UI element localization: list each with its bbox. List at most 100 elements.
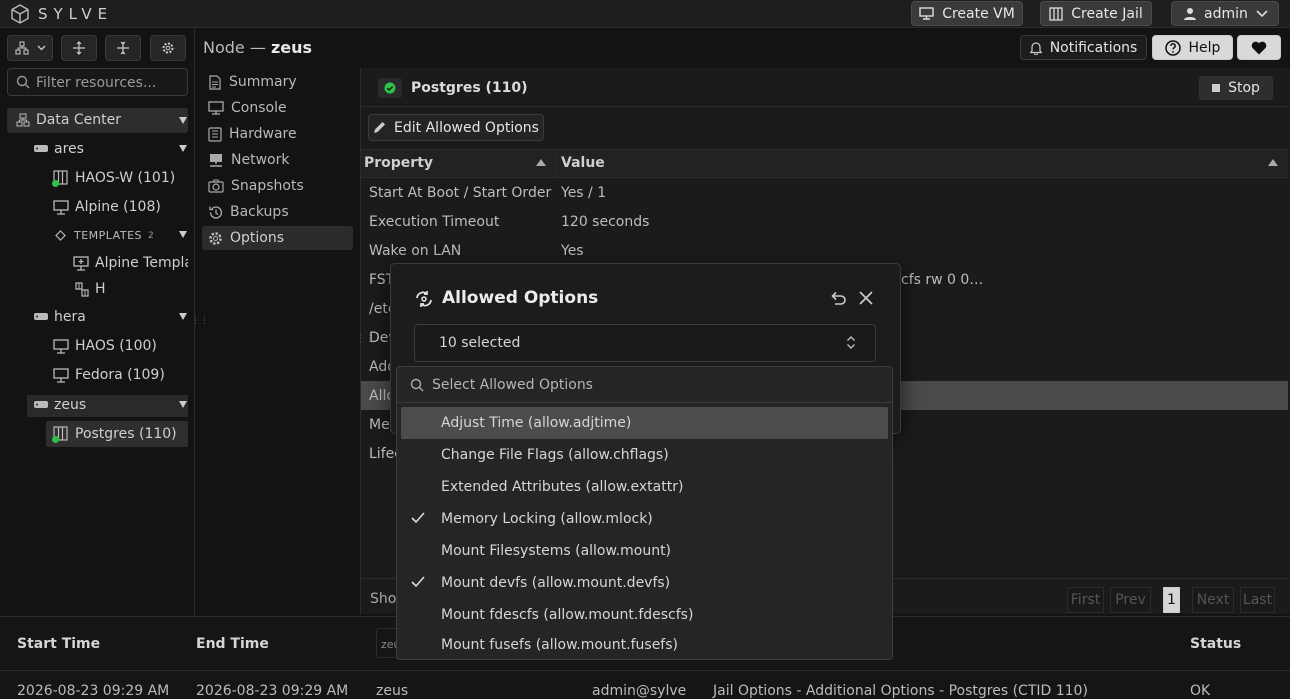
monitor-icon xyxy=(53,199,69,215)
log-action: Jail Options - Additional Options - Post… xyxy=(713,683,1088,699)
edit-allowed-options-button[interactable]: Edit Allowed Options xyxy=(368,114,544,141)
pager-page-button[interactable]: 1 xyxy=(1163,587,1180,613)
help-button[interactable]: Help xyxy=(1152,35,1233,60)
col-value-header[interactable]: Value xyxy=(561,155,605,171)
option-label: Mount Filesystems (allow.mount) xyxy=(441,543,672,559)
settings-button[interactable] xyxy=(150,35,186,61)
jail-icon xyxy=(1049,6,1063,21)
nav-label: Hardware xyxy=(229,126,297,142)
option-label: Mount devfs (allow.mount.devfs) xyxy=(441,575,671,591)
node-label: ares xyxy=(54,141,84,157)
undo-icon[interactable] xyxy=(829,289,847,307)
pager-prev-button[interactable]: Prev xyxy=(1110,587,1151,613)
table-row[interactable]: Execution Timeout 120 seconds xyxy=(361,207,1288,236)
user-name: admin xyxy=(1204,5,1248,22)
chevron-down-icon xyxy=(1256,9,1268,18)
template-jail-icon xyxy=(75,281,89,297)
tree-jail-haos-w[interactable]: HAOS-W (101) xyxy=(52,170,175,187)
pager-next-button[interactable]: Next xyxy=(1192,587,1234,613)
row-property: Execution Timeout xyxy=(369,213,500,230)
node-label: zeus xyxy=(54,397,87,413)
stop-button[interactable]: Stop xyxy=(1199,76,1273,100)
table-row[interactable]: Wake on LAN Yes xyxy=(361,236,1288,265)
filter-resources-input[interactable]: Filter resources... xyxy=(7,68,188,96)
resize-handle-icon[interactable]: ⋮⋮ xyxy=(356,334,374,344)
nav-summary[interactable]: Summary xyxy=(202,70,353,94)
tree-node-hera[interactable]: hera xyxy=(34,309,86,325)
nav-backups[interactable]: Backups xyxy=(202,200,353,224)
chevrons-up-down-icon xyxy=(846,335,856,350)
collapse-all-button[interactable] xyxy=(105,35,141,61)
caret-down-icon[interactable] xyxy=(179,231,187,239)
option-item[interactable]: Mount fdescfs (allow.mount.fdescfs) xyxy=(401,599,888,631)
table-row[interactable]: Start At Boot / Start Order Yes / 1 xyxy=(361,178,1288,207)
item-label: H xyxy=(95,281,106,297)
tree-vm-alpine[interactable]: Alpine (108) xyxy=(53,199,161,215)
log-header-start-time[interactable]: Start Time xyxy=(17,636,100,652)
breadcrumb: Node — zeus xyxy=(203,38,312,57)
pager-last-button[interactable]: Last xyxy=(1240,587,1275,613)
server-icon xyxy=(34,313,48,321)
caret-down-icon[interactable] xyxy=(179,313,187,321)
option-label: Change File Flags (allow.chflags) xyxy=(441,447,669,463)
close-icon[interactable] xyxy=(858,290,874,306)
log-start-time: 2026-08-23 09:29 AM xyxy=(17,683,170,699)
col-property-header[interactable]: Property xyxy=(364,155,433,171)
option-item[interactable]: Extended Attributes (allow.extattr) xyxy=(401,471,888,503)
caret-down-icon[interactable] xyxy=(179,401,187,409)
donate-button[interactable] xyxy=(1237,35,1281,60)
option-label: Extended Attributes (allow.extattr) xyxy=(441,479,684,495)
status-check-icon xyxy=(378,78,402,98)
log-header-status[interactable]: Status xyxy=(1190,636,1241,652)
chevron-down-icon xyxy=(37,45,46,51)
tree-templates[interactable]: TEMPLATES 2 xyxy=(55,229,154,242)
tree-datacenter[interactable]: Data Center xyxy=(16,112,121,128)
sort-up-icon[interactable] xyxy=(536,159,546,166)
heart-icon xyxy=(1251,41,1267,55)
create-vm-button[interactable]: Create VM xyxy=(911,1,1023,26)
nav-snapshots[interactable]: Snapshots xyxy=(202,174,353,198)
dropdown-search[interactable]: Select Allowed Options xyxy=(397,367,892,403)
caret-down-icon[interactable] xyxy=(179,117,187,125)
nav-network[interactable]: Network xyxy=(202,148,353,172)
option-label: Mount fdescfs (allow.mount.fdescfs) xyxy=(441,607,694,623)
tree-template-alpine[interactable]: Alpine Templat xyxy=(73,255,188,271)
tree-vm-fedora[interactable]: Fedora (109) xyxy=(53,367,165,383)
log-header-end-time[interactable]: End Time xyxy=(196,636,269,652)
nav-hardware[interactable]: Hardware xyxy=(202,122,353,146)
panel-title: Postgres (110) xyxy=(411,80,528,96)
help-label: Help xyxy=(1188,39,1221,56)
tree-node-ares[interactable]: ares xyxy=(34,141,84,157)
view-toggle-button[interactable] xyxy=(7,35,53,61)
tree-jail-postgres[interactable]: Postgres (110) xyxy=(52,426,177,443)
option-label: Memory Locking (allow.mlock) xyxy=(441,511,653,527)
item-label: Alpine Templat xyxy=(95,255,188,271)
expand-all-button[interactable] xyxy=(61,35,97,61)
sort-up-icon[interactable] xyxy=(1268,159,1278,166)
tree-vm-haos[interactable]: HAOS (100) xyxy=(53,338,157,354)
pager-first-button[interactable]: First xyxy=(1067,587,1104,613)
col-divider xyxy=(555,149,556,178)
nav-options[interactable]: Options xyxy=(202,226,353,250)
option-item[interactable]: Memory Locking (allow.mlock) xyxy=(401,503,888,535)
select-value: 10 selected xyxy=(439,335,521,351)
create-jail-button[interactable]: Create Jail xyxy=(1040,1,1152,26)
stop-label: Stop xyxy=(1228,80,1260,96)
tree-template-h[interactable]: H xyxy=(75,281,106,297)
user-icon xyxy=(1184,7,1196,20)
bell-icon xyxy=(1029,41,1042,55)
notifications-button[interactable]: Notifications xyxy=(1020,35,1147,60)
option-item[interactable]: Adjust Time (allow.adjtime) xyxy=(401,407,888,439)
network-icon xyxy=(208,153,224,167)
user-menu-button[interactable]: admin xyxy=(1171,1,1279,26)
tree-node-zeus[interactable]: zeus xyxy=(34,397,86,413)
resize-handle-icon[interactable]: ⋮⋮ xyxy=(191,316,209,326)
option-item[interactable]: Mount fusefs (allow.mount.fusefs) xyxy=(401,631,888,659)
caret-down-icon[interactable] xyxy=(179,145,187,153)
option-item[interactable]: Mount Filesystems (allow.mount) xyxy=(401,535,888,567)
node-label: hera xyxy=(54,309,86,325)
nav-console[interactable]: Console xyxy=(202,96,353,120)
option-item[interactable]: Mount devfs (allow.mount.devfs) xyxy=(401,567,888,599)
allowed-options-select[interactable]: 10 selected xyxy=(414,324,876,362)
option-item[interactable]: Change File Flags (allow.chflags) xyxy=(401,439,888,471)
